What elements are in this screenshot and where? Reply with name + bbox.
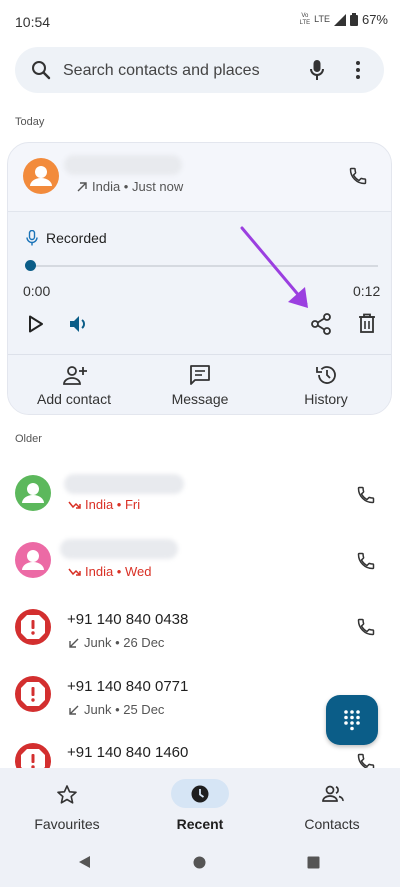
- mic-small-icon: [26, 230, 38, 246]
- people-icon: [322, 785, 344, 802]
- more-options-icon[interactable]: [355, 60, 361, 80]
- contact-name-redacted: [60, 539, 178, 559]
- missed-call-icon: [68, 501, 81, 509]
- call-meta-text: India • Fri: [85, 497, 141, 512]
- spam-warning-icon: [21, 682, 45, 706]
- person-icon: [22, 550, 44, 570]
- call-meta-text: India • Wed: [85, 564, 152, 579]
- call-meta: Junk • 25 Dec: [68, 702, 164, 717]
- actions-divider: [8, 354, 391, 355]
- nav-contacts[interactable]: Contacts: [282, 782, 382, 832]
- person-icon: [22, 483, 44, 503]
- network-indicator: LTE: [314, 14, 330, 24]
- nav-recent-label: Recent: [176, 816, 224, 832]
- add-contact-label: Add contact: [37, 391, 111, 407]
- phone-icon[interactable]: [356, 551, 376, 571]
- spam-warning-icon: [21, 749, 45, 768]
- contact-name-redacted: [64, 155, 182, 175]
- message-button[interactable]: Message: [145, 362, 255, 412]
- speaker-icon[interactable]: [68, 314, 90, 334]
- outgoing-call-icon: [77, 181, 87, 191]
- phone-number: +91 140 840 0438: [67, 611, 189, 628]
- signal-icon: [333, 13, 346, 26]
- add-contact-button[interactable]: Add contact: [19, 362, 129, 412]
- call-meta-text: Junk • 26 Dec: [84, 635, 165, 650]
- incoming-call-icon: [69, 638, 79, 648]
- battery-percent: 67%: [361, 12, 388, 27]
- history-button[interactable]: History: [271, 362, 381, 412]
- list-item[interactable]: +91 140 840 0438 Junk • 26 Dec: [0, 597, 400, 663]
- time-end: 0:12: [353, 283, 381, 299]
- person-icon: [30, 166, 52, 186]
- missed-call-icon: [68, 568, 81, 576]
- history-icon: [316, 366, 336, 384]
- avatar[interactable]: [15, 676, 51, 712]
- phone-number: +91 140 840 1460: [67, 744, 189, 761]
- play-icon[interactable]: [28, 315, 44, 333]
- list-item[interactable]: India • Fri: [0, 462, 400, 526]
- avatar[interactable]: [23, 158, 59, 194]
- incoming-call-icon: [69, 705, 79, 715]
- search-icon: [32, 61, 51, 80]
- search-bar[interactable]: Search contacts and places: [15, 47, 384, 93]
- nav-favourites-label: Favourites: [34, 816, 100, 832]
- status-time: 10:54: [15, 14, 51, 30]
- expanded-call-card: India • Just now Recorded 0:00 0:12 Add …: [7, 142, 392, 415]
- message-label: Message: [171, 391, 229, 407]
- microphone-icon[interactable]: [309, 59, 325, 81]
- call-meta-text: Junk • 25 Dec: [84, 702, 165, 717]
- delete-icon[interactable]: [358, 313, 376, 333]
- recording-panel: Recorded 0:00 0:12 Add contact Message H…: [8, 211, 391, 414]
- contact-name-redacted: [64, 474, 184, 494]
- playback-track[interactable]: [30, 265, 378, 267]
- avatar[interactable]: [15, 743, 51, 768]
- home-icon[interactable]: [193, 856, 206, 869]
- time-start: 0:00: [23, 283, 51, 299]
- history-label: History: [304, 391, 348, 407]
- recents-icon[interactable]: [307, 856, 320, 869]
- call-meta: India • Wed: [68, 564, 151, 579]
- share-icon[interactable]: [311, 313, 331, 335]
- list-item[interactable]: +91 140 840 0771 Junk • 25 Dec: [0, 664, 320, 730]
- status-icons: Vo LTE LTE 67%: [300, 12, 388, 27]
- dialpad-button[interactable]: [326, 695, 378, 745]
- phone-icon[interactable]: [356, 752, 376, 768]
- section-older: Older: [15, 433, 42, 445]
- list-item[interactable]: India • Wed: [0, 530, 400, 594]
- message-icon: [190, 365, 210, 385]
- nav-recent[interactable]: Recent: [150, 782, 250, 832]
- back-icon[interactable]: [78, 855, 91, 869]
- dialpad-icon: [344, 710, 360, 731]
- volte-indicator: Vo LTE: [299, 12, 311, 26]
- phone-number: +91 140 840 0771: [67, 678, 189, 695]
- phone-icon[interactable]: [356, 485, 376, 505]
- spam-warning-icon: [21, 615, 45, 639]
- nav-favourites[interactable]: Favourites: [17, 782, 117, 832]
- call-meta: India • Fri: [68, 497, 140, 512]
- phone-icon[interactable]: [356, 617, 376, 637]
- recording-label: Recorded: [46, 230, 107, 246]
- call-meta-text: India • Just now: [92, 179, 184, 194]
- battery-icon: [349, 13, 358, 26]
- annotation-arrow-icon: [240, 226, 308, 308]
- section-today: Today: [15, 116, 45, 128]
- avatar[interactable]: [15, 542, 51, 578]
- playback-thumb[interactable]: [25, 260, 36, 271]
- person-add-icon: [63, 366, 87, 385]
- phone-icon[interactable]: [348, 166, 368, 186]
- clock-icon: [191, 785, 209, 803]
- search-input[interactable]: Search contacts and places: [63, 62, 260, 80]
- nav-contacts-label: Contacts: [304, 816, 360, 832]
- avatar[interactable]: [15, 609, 51, 645]
- call-meta: India • Just now: [76, 179, 183, 194]
- star-icon: [57, 785, 77, 804]
- avatar[interactable]: [15, 475, 51, 511]
- call-meta: Junk • 26 Dec: [68, 635, 164, 650]
